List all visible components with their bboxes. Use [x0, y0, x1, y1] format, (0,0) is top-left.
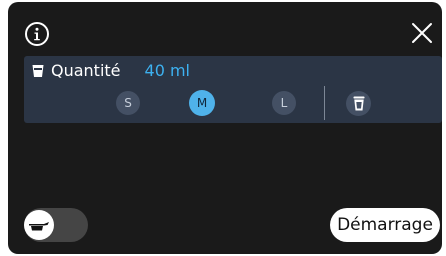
info-icon [34, 27, 40, 41]
toggle-knob [24, 210, 54, 240]
divider [324, 86, 325, 120]
machine-screen: Quantité 40 ml S M L Démarrage [8, 2, 442, 254]
close-icon [412, 23, 432, 43]
milk-toggle[interactable] [24, 208, 88, 242]
quantity-value: 40 ml [144, 61, 190, 80]
quantity-row: Quantité 40 ml [32, 60, 190, 82]
start-button[interactable]: Démarrage [330, 208, 440, 242]
cup-icon [32, 64, 44, 78]
quantity-panel: Quantité 40 ml S M L [24, 56, 442, 123]
size-s-button[interactable]: S [116, 91, 140, 115]
size-l-button[interactable]: L [272, 91, 296, 115]
milk-pitcher-icon [29, 222, 49, 231]
size-m-button[interactable]: M [189, 90, 215, 116]
close-button[interactable] [411, 22, 433, 44]
info-button[interactable] [25, 22, 49, 46]
quantity-label: Quantité [51, 61, 121, 80]
cup-icon [353, 96, 364, 111]
custom-cup-button[interactable] [346, 91, 371, 116]
